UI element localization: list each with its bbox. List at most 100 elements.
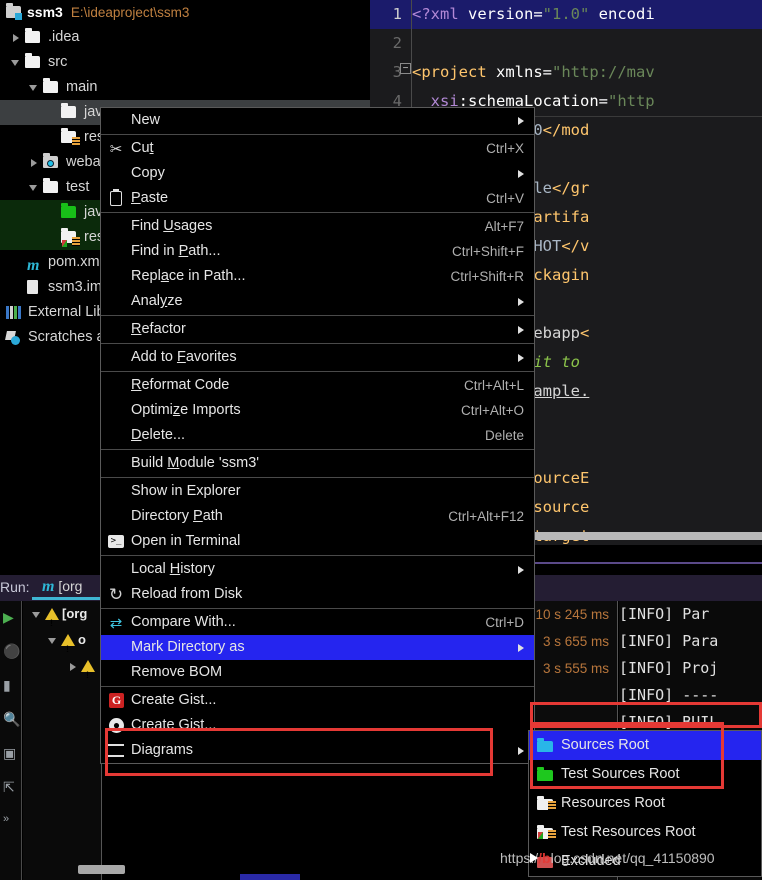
menu-item-accel: Ctrl+Alt+O	[445, 398, 524, 423]
menu-item-create-gist-gitlab[interactable]: G Create Gist...	[101, 688, 534, 713]
compare-icon	[107, 614, 125, 632]
menu-item-reformat-code[interactable]: Reformat Code Ctrl+Alt+L	[101, 373, 534, 398]
warning-icon	[61, 634, 75, 646]
menu-item-compare-with[interactable]: Compare With... Ctrl+D	[101, 610, 534, 635]
module-icon	[4, 0, 23, 25]
menu-item-analyze[interactable]: Analyze	[101, 289, 534, 314]
menu-item-directory-path[interactable]: Directory Path Ctrl+Alt+F12	[101, 504, 534, 529]
menu-item-paste[interactable]: Paste Ctrl+V	[101, 186, 534, 211]
menu-item-add-to-favorites[interactable]: Add to Favorites	[101, 345, 534, 370]
menu-item-remove-bom[interactable]: Remove BOM	[101, 660, 534, 685]
menu-separator	[101, 686, 534, 687]
folder-test-resources-icon	[60, 225, 79, 250]
code-line	[412, 29, 762, 58]
menu-item-refactor[interactable]: Refactor	[101, 317, 534, 342]
warning-icon	[45, 608, 59, 620]
menu-item-diagrams[interactable]: Diagrams	[101, 738, 534, 763]
menu-item-find-in-path[interactable]: Find in Path... Ctrl+Shift+F	[101, 239, 534, 264]
console-line: [INFO] ----	[619, 682, 762, 709]
libraries-bars-icon	[4, 300, 23, 325]
menu-item-find-usages[interactable]: Find Usages Alt+F7	[101, 214, 534, 239]
chevron-down-icon[interactable]	[10, 50, 24, 75]
watermark-red: /b	[538, 850, 550, 866]
menu-item-accel: Ctrl+V	[470, 186, 524, 211]
console-line: [INFO] Proj	[619, 655, 762, 682]
stop-icon[interactable]: ⚫	[0, 635, 22, 669]
menu-item-build-module[interactable]: Build Module 'ssm3'	[101, 451, 534, 476]
gist-gitlab-icon: G	[107, 692, 125, 710]
menu-item-label: Compare With...	[131, 610, 469, 635]
menu-item-open-in-terminal[interactable]: >_ Open in Terminal	[101, 529, 534, 554]
chevron-right-icon	[518, 566, 524, 574]
chevron-right-icon[interactable]	[67, 654, 81, 679]
code-fold-icon[interactable]: −	[400, 63, 411, 74]
run-tree-row[interactable]: o	[23, 627, 101, 653]
chevron-right-icon	[518, 170, 524, 178]
run-tree-row[interactable]	[23, 653, 101, 679]
tree-row-project-root[interactable]: ssm3 E:\ideaproject\ssm3	[0, 0, 370, 25]
menu-item-delete[interactable]: Delete... Delete	[101, 423, 534, 448]
menu-item-accel: Delete	[469, 423, 524, 448]
run-tab[interactable]: m [org	[42, 578, 82, 596]
run-tab-label: [org	[58, 578, 82, 594]
menu-separator	[101, 315, 534, 316]
menu-item-label: Diagrams	[131, 738, 524, 763]
chevron-down-icon[interactable]	[28, 75, 42, 100]
context-menu[interactable]: New Cut Ctrl+X Copy Paste Ctrl+V Find Us…	[100, 107, 535, 764]
menu-item-local-history[interactable]: Local History	[101, 557, 534, 582]
menu-item-accel: Alt+F7	[469, 214, 524, 239]
editor-horizontal-scrollbar[interactable]	[535, 532, 762, 540]
submenu-item-test-resources-root[interactable]: Test Resources Root	[529, 818, 761, 847]
menu-separator	[101, 212, 534, 213]
filter-icon[interactable]: 🔍	[0, 703, 22, 737]
menu-item-optimize-imports[interactable]: Optimize Imports Ctrl+Alt+O	[101, 398, 534, 423]
submenu-item-sources-root[interactable]: Sources Root	[529, 731, 761, 760]
trash-icon[interactable]: ▮	[0, 669, 22, 703]
run-panel-bottom-scrollbar[interactable]	[240, 874, 300, 880]
expand-icon[interactable]: »	[0, 805, 22, 839]
tree-item-label: pom.xml	[47, 250, 103, 275]
menu-item-cut[interactable]: Cut Ctrl+X	[101, 136, 534, 161]
menu-item-mark-directory-as[interactable]: Mark Directory as	[101, 635, 534, 660]
menu-item-replace-in-path[interactable]: Replace in Path... Ctrl+Shift+R	[101, 264, 534, 289]
menu-item-label: Directory Path	[131, 504, 432, 529]
menu-item-show-in-explorer[interactable]: Show in Explorer	[101, 479, 534, 504]
run-tree-scrollbar[interactable]	[78, 865, 125, 874]
print-icon[interactable]: ▣	[0, 737, 22, 771]
rerun-icon[interactable]: ▶	[0, 601, 22, 635]
submenu-item-resources-root[interactable]: Resources Root	[529, 789, 761, 818]
submenu-item-test-sources-root[interactable]: Test Sources Root	[529, 760, 761, 789]
chevron-right-icon[interactable]	[28, 150, 42, 175]
collapse-all-icon[interactable]: ⇱	[0, 771, 22, 805]
menu-item-reload-from-disk[interactable]: Reload from Disk	[101, 582, 534, 607]
run-tree-row[interactable]: [org	[23, 601, 101, 627]
menu-item-label: Replace in Path...	[131, 264, 434, 289]
folder-resources-icon	[537, 797, 554, 810]
menu-item-label: Create Gist...	[131, 688, 524, 713]
submenu-item-label: Test Sources Root	[561, 766, 679, 782]
run-toolbar[interactable]: ▶ ⚫ ▮ 🔍 ▣ ⇱ »	[0, 601, 22, 880]
chevron-down-icon[interactable]	[31, 602, 45, 627]
menu-item-label: Build Module 'ssm3'	[131, 451, 524, 476]
menu-item-create-gist-github[interactable]: ● Create Gist...	[101, 713, 534, 738]
project-name: ssm3	[27, 0, 63, 25]
menu-separator	[101, 449, 534, 450]
tree-row-main[interactable]: main	[0, 75, 370, 100]
tree-item-label: main	[65, 75, 97, 100]
tree-row-idea[interactable]: .idea	[0, 25, 370, 50]
warning-icon	[81, 660, 95, 672]
run-tree[interactable]: [org o	[23, 601, 102, 880]
chevron-down-icon[interactable]	[28, 175, 42, 200]
menu-item-label: Copy	[131, 161, 524, 186]
code-line: <?xml version="1.0" encodi	[412, 0, 762, 29]
scratches-icon	[4, 325, 23, 350]
chevron-right-icon[interactable]	[10, 25, 24, 50]
tree-row-src[interactable]: src	[0, 50, 370, 75]
scissors-icon	[107, 140, 125, 158]
menu-item-new[interactable]: New	[101, 108, 534, 133]
tree-item-label: src	[47, 50, 67, 75]
folder-test-resources-icon	[537, 826, 554, 839]
reload-icon	[107, 586, 125, 604]
menu-item-copy[interactable]: Copy	[101, 161, 534, 186]
chevron-down-icon[interactable]	[47, 628, 61, 653]
